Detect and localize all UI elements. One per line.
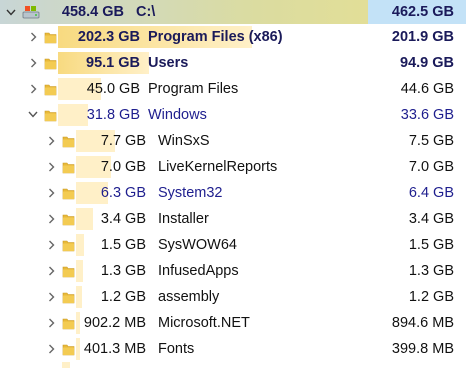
item-size: 202.3 GB	[77, 29, 140, 45]
chevron-right-icon[interactable]	[44, 284, 58, 310]
item-size: 1.2 GB	[100, 289, 146, 305]
tree-row[interactable]: 902.2 MB Microsoft.NET 894.6 MB	[0, 310, 466, 336]
tree-row[interactable]: 7.0 GB LiveKernelReports 7.0 GB	[0, 154, 466, 180]
tree-row[interactable]: 202.3 GB Program Files (x86) 201.9 GB	[0, 24, 466, 50]
folder-icon	[62, 318, 75, 330]
chevron-right-icon[interactable]	[44, 310, 58, 336]
tree-row-root-drive[interactable]: 458.4 GB C:\ 462.5 GB	[0, 0, 466, 24]
item-size: 1.5 GB	[100, 237, 146, 253]
item-allocated: 3.4 GB	[408, 211, 454, 227]
item-name: InfusedApps	[158, 263, 239, 279]
item-size: 45.0 GB	[86, 81, 140, 97]
item-allocated: 7.0 GB	[408, 159, 454, 175]
item-size: 7.0 GB	[100, 159, 146, 175]
folder-icon	[62, 266, 75, 278]
folder-icon	[62, 162, 75, 174]
next-row-partial	[62, 362, 70, 368]
folder-icon	[62, 344, 75, 356]
chevron-right-icon[interactable]	[44, 258, 58, 284]
tree-row[interactable]: 1.2 GB assembly 1.2 GB	[0, 284, 466, 310]
item-name: System32	[158, 185, 223, 201]
item-name: WinSxS	[158, 133, 210, 149]
tree-row[interactable]: 7.7 GB WinSxS 7.5 GB	[0, 128, 466, 154]
chevron-down-icon[interactable]	[26, 102, 40, 128]
chevron-down-icon[interactable]	[4, 0, 18, 24]
tree-row[interactable]: 45.0 GB Program Files 44.6 GB	[0, 76, 466, 102]
item-name: LiveKernelReports	[158, 159, 278, 175]
root-allocated: 462.5 GB	[391, 4, 454, 20]
directory-size-tree: 458.4 GB C:\ 462.5 GB 202.3 GB Program Fi…	[0, 0, 466, 368]
item-allocated: 894.6 MB	[391, 315, 454, 331]
item-allocated: 33.6 GB	[400, 107, 454, 123]
chevron-right-icon[interactable]	[44, 336, 58, 362]
folder-icon	[62, 214, 75, 226]
tree-row[interactable]: 95.1 GB Users 94.9 GB	[0, 50, 466, 76]
item-size: 95.1 GB	[86, 55, 140, 71]
item-allocated: 7.5 GB	[408, 133, 454, 149]
tree-row[interactable]: 3.4 GB Installer 3.4 GB	[0, 206, 466, 232]
item-size: 1.3 GB	[100, 263, 146, 279]
item-allocated: 399.8 MB	[391, 341, 454, 357]
item-name: Program Files	[148, 81, 239, 97]
tree-row[interactable]: 401.3 MB Fonts 399.8 MB	[0, 336, 466, 362]
item-name: Microsoft.NET	[158, 315, 250, 331]
item-allocated: 201.9 GB	[391, 29, 454, 45]
folder-icon	[62, 136, 75, 148]
item-allocated: 1.5 GB	[408, 237, 454, 253]
item-allocated: 1.2 GB	[408, 289, 454, 305]
folder-icon	[44, 32, 57, 44]
item-size: 401.3 MB	[83, 341, 146, 357]
item-name: Program Files (x86)	[148, 29, 283, 45]
item-size: 902.2 MB	[83, 315, 146, 331]
item-allocated: 94.9 GB	[400, 55, 454, 71]
chevron-right-icon[interactable]	[26, 76, 40, 102]
item-name: Windows	[148, 107, 207, 123]
drive-icon	[22, 6, 40, 19]
chevron-right-icon[interactable]	[26, 50, 40, 76]
item-name: Fonts	[158, 341, 195, 357]
folder-icon	[62, 292, 75, 304]
item-name: SysWOW64	[158, 237, 237, 253]
root-size: 458.4 GB	[61, 4, 124, 20]
folder-icon	[44, 84, 57, 96]
item-name: Installer	[158, 211, 209, 227]
tree-row[interactable]: 6.3 GB System32 6.4 GB	[0, 180, 466, 206]
folder-icon	[44, 110, 57, 122]
folder-icon	[62, 240, 75, 252]
root-name: C:\	[136, 4, 156, 20]
item-size: 7.7 GB	[100, 133, 146, 149]
tree-row[interactable]: 1.5 GB SysWOW64 1.5 GB	[0, 232, 466, 258]
tree-row[interactable]: 1.3 GB InfusedApps 1.3 GB	[0, 258, 466, 284]
item-allocated: 44.6 GB	[400, 81, 454, 97]
chevron-right-icon[interactable]	[44, 128, 58, 154]
item-name: assembly	[158, 289, 220, 305]
item-size: 31.8 GB	[86, 107, 140, 123]
chevron-right-icon[interactable]	[44, 180, 58, 206]
folder-icon	[62, 188, 75, 200]
chevron-right-icon[interactable]	[44, 154, 58, 180]
chevron-right-icon[interactable]	[44, 206, 58, 232]
item-name: Users	[148, 55, 189, 71]
item-size: 3.4 GB	[100, 211, 146, 227]
tree-row[interactable]: 31.8 GB Windows 33.6 GB	[0, 102, 466, 128]
chevron-right-icon[interactable]	[26, 24, 40, 50]
chevron-right-icon[interactable]	[44, 232, 58, 258]
item-size: 6.3 GB	[100, 185, 146, 201]
item-allocated: 1.3 GB	[408, 263, 454, 279]
folder-icon	[44, 58, 57, 70]
item-allocated: 6.4 GB	[408, 185, 454, 201]
